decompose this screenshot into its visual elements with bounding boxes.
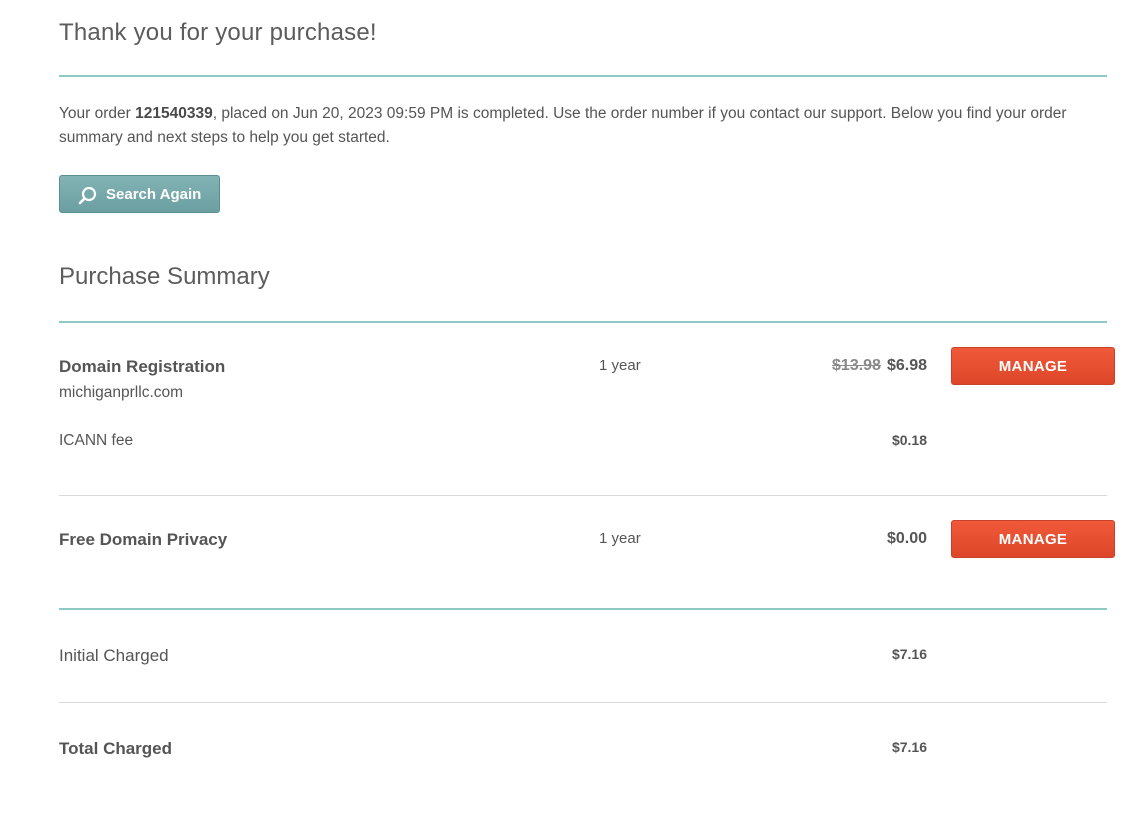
totals-divider	[59, 608, 1107, 610]
icann-fee-price: $0.18	[891, 432, 927, 448]
item-price: $0.00	[886, 530, 927, 547]
title-divider	[59, 75, 1107, 77]
intro-prefix: Your order	[59, 105, 136, 122]
icann-fee-label: ICANN fee	[59, 432, 134, 449]
order-intro-text: Your order 121540339, placed on Jun 20, …	[59, 102, 1107, 150]
item-term: 1 year	[599, 530, 641, 547]
initial-charged-label: Initial Charged	[59, 646, 169, 665]
total-charged-label: Total Charged	[59, 739, 173, 758]
total-charged-value: $7.16	[891, 739, 927, 755]
purchase-summary-title: Purchase Summary	[59, 263, 270, 290]
original-price: $13.98	[832, 357, 881, 374]
search-again-label: Search Again	[106, 186, 202, 203]
initial-charged-value: $7.16	[891, 646, 927, 662]
item-price: $13.98 $6.98	[832, 357, 927, 375]
summary-top-divider	[59, 321, 1107, 323]
item-name: Domain Registration	[59, 357, 226, 376]
manage-domain-registration-button[interactable]: MANAGE	[951, 347, 1115, 385]
page-title: Thank you for your purchase!	[59, 19, 377, 46]
search-icon	[78, 186, 97, 205]
manage-domain-privacy-button[interactable]: MANAGE	[951, 520, 1115, 558]
order-number: 121540339	[135, 105, 213, 122]
totals-row-divider	[59, 702, 1107, 703]
item-term: 1 year	[599, 357, 641, 374]
item-name: Free Domain Privacy	[59, 530, 228, 549]
item-domain: michiganprllc.com	[59, 384, 184, 401]
search-again-button[interactable]: Search Again	[59, 175, 220, 213]
discounted-price: $6.98	[886, 357, 927, 374]
item-divider	[59, 495, 1107, 496]
